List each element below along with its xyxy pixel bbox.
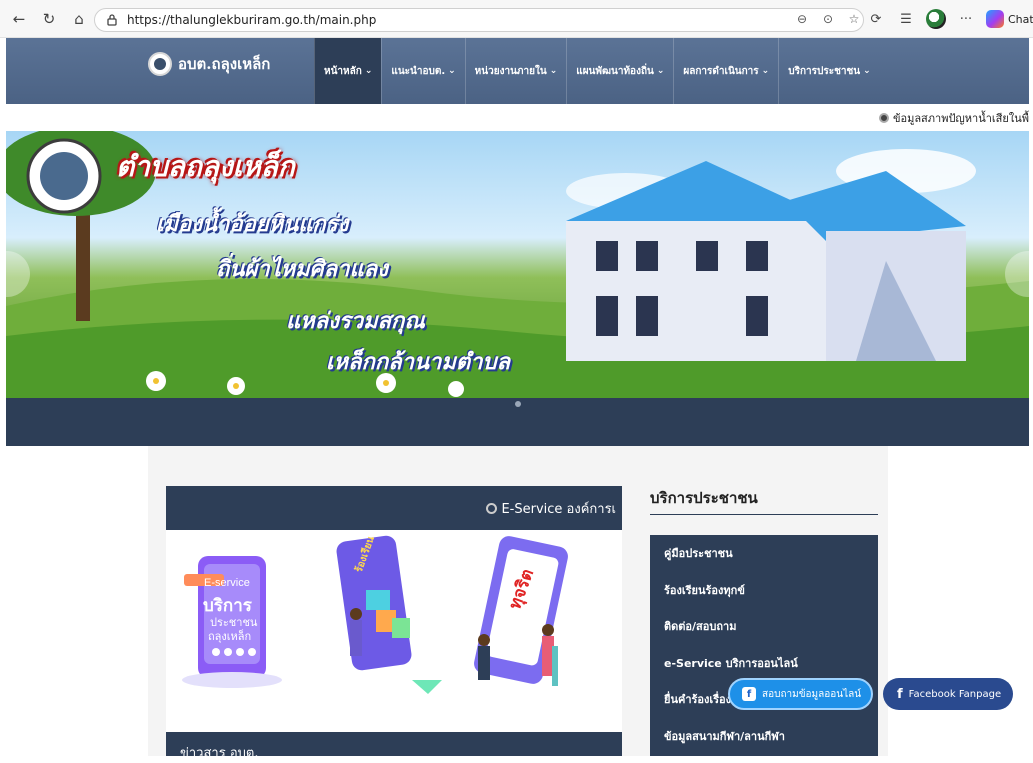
chat-label: Chat [1008,12,1033,26]
menu-label: หน่วยงานภายใน [474,65,547,77]
service-item-complaint[interactable]: ร้องเรียนร้องทุกข์ [650,572,878,609]
menu-label: บริการประชาชน [788,65,861,77]
extensions-icon[interactable]: ⟳ [866,9,886,29]
service-menu: คู่มือประชาชน ร้องเรียนร้องทุกข์ ติดต่อ/… [650,535,878,756]
sidebar-title: บริการประชาชน [650,489,758,507]
menu-label: แผนพัฒนาท้องถิ่น [576,65,654,77]
chevron-down-icon: ⌄ [549,66,558,76]
menu-label: ผลการดำเนินการ [683,65,759,77]
eservice-title: E-Service องค์การเ [501,501,616,517]
facebook-fanpage-button[interactable]: f Facebook Fanpage [883,678,1013,710]
sidebar-divider [650,514,878,515]
home-icon[interactable]: ⌂ [68,8,90,30]
copilot-chat-button[interactable]: Chat [986,10,1033,28]
menu-home[interactable]: หน้าหลัก ⌄ [314,38,382,104]
menu-plan[interactable]: แผนพัฒนาท้องถิ่น ⌄ [566,38,673,104]
service-item-label: ติดต่อ/สอบถาม [664,620,737,634]
service-item-label: ร้องเรียนร้องทุกข์ [664,583,745,597]
address-bar[interactable]: https://thalunglekburiram.go.th/main.php [94,8,864,32]
service-item-sports[interactable]: ข้อมูลสนามกีฬา/ลานกีฬา [650,718,878,755]
favorites-list-icon[interactable]: ☰ [896,9,916,29]
chat-pill-label: สอบถามข้อมูลออนไลน์ [762,688,862,700]
hero-banner: ตำบลถลุงเหล็ก เมืองน้ำอ้อยหินแกร่ง ถิ่นผ… [6,131,1029,398]
service-item-label: คู่มือประชาชน [664,547,733,561]
news-marquee[interactable]: ข้อมูลสภาพปัญหาน้ำเสียในพื้ [878,109,1029,127]
url-text: https://thalunglekburiram.go.th/main.php [127,13,377,27]
service-item-label: ข้อมูลสนามกีฬา/ลานกีฬา [664,729,785,743]
banner-line: เหล็กกล้านามตำบล [326,349,510,375]
banner-line: ถิ่นผ้าไหมศิลาแลง [216,256,388,282]
banner-line: เมืองน้ำอ้อยหินแกร่ง [156,211,349,237]
menu-about[interactable]: แนะนำอบต. ⌄ [381,38,464,104]
zoom-icon[interactable]: ⊖ [793,10,811,28]
site-logo[interactable]: อบต.ถลุงเหล็ก [148,52,270,76]
service-item-manual[interactable]: คู่มือประชาชน [650,535,878,572]
service-item-contact[interactable]: ติดต่อ/สอบถาม [650,608,878,645]
banner-title: ตำบลถลุงเหล็ก [116,150,295,183]
menu-label: หน้าหลัก [324,65,362,77]
facebook-icon: f [897,686,903,702]
chevron-down-icon: ⌄ [656,66,665,76]
news-title: ข่าวสาร อบต. [180,746,259,761]
marquee-text: ข้อมูลสภาพปัญหาน้ำเสียในพื้ [892,112,1029,125]
eservice-panel: E-Service องค์การเ E-service บริการ ประช… [166,486,622,732]
chevron-down-icon: ⌄ [863,66,871,76]
service-item-label: e-Service บริการออนไลน์ [664,656,798,670]
profile-avatar[interactable] [926,9,946,29]
carousel-indicator[interactable] [515,401,521,407]
phone-title: บริการ [203,596,253,616]
menu-departments[interactable]: หน่วยงานภายใน ⌄ [464,38,567,104]
news-section-header: ข่าวสาร อบต. [166,732,622,761]
lock-icon [107,14,117,26]
phone-sub2: ถลุงเหล็ก [208,629,251,643]
menu-results[interactable]: ผลการดำเนินการ ⌄ [673,38,778,104]
more-icon[interactable]: ··· [956,9,976,29]
menu-services[interactable]: บริการประชาชน ⌄ [778,38,879,104]
banner-line: แหล่งรวมสกุณ [286,308,425,334]
site-header: อบต.ถลุงเหล็ก หน้าหลัก ⌄ แนะนำอบต. ⌄ หน่วย… [6,38,1029,104]
phone-label: E-service [204,577,250,589]
copilot-icon [986,10,1004,28]
reader-icon[interactable]: ⊙ [819,10,837,28]
menu-label: แนะนำอบต. [391,65,446,77]
bullet-icon [486,502,498,514]
reload-icon[interactable]: ↻ [38,8,60,30]
online-chat-button[interactable]: f สอบถามข้อมูลออนไลน์ [728,678,873,710]
bullet-icon [878,113,889,123]
facebook-icon: f [742,687,756,701]
service-item-label: ยื่นคำร้องเรื่อง [664,693,732,707]
carousel-strip [6,398,1029,446]
chevron-down-icon: ⌄ [364,66,373,76]
logo-text: อบต.ถลุงเหล็ก [178,55,271,73]
seal-icon [148,52,172,76]
eservice-header: E-Service องค์การเ [166,486,622,530]
fb-pill-label: Facebook Fanpage [908,688,1002,700]
chevron-down-icon: ⌄ [448,66,456,76]
favorite-star-icon[interactable]: ☆ [845,10,863,28]
chevron-down-icon: ⌄ [761,66,770,76]
back-icon[interactable]: ← [8,8,30,30]
phone-sub1: ประชาชน [210,616,258,629]
main-menu: หน้าหลัก ⌄ แนะนำอบต. ⌄ หน่วยงานภายใน ⌄ แผนพ… [314,38,880,104]
browser-toolbar: ← ↻ ⌂ https://thalunglekburiram.go.th/ma… [0,0,1033,38]
service-item-eservice[interactable]: e-Service บริการออนไลน์ [650,645,878,682]
eservice-illustration[interactable]: E-service บริการ ประชาชน ถลุงเหล็ก ร้องเ… [166,530,622,732]
